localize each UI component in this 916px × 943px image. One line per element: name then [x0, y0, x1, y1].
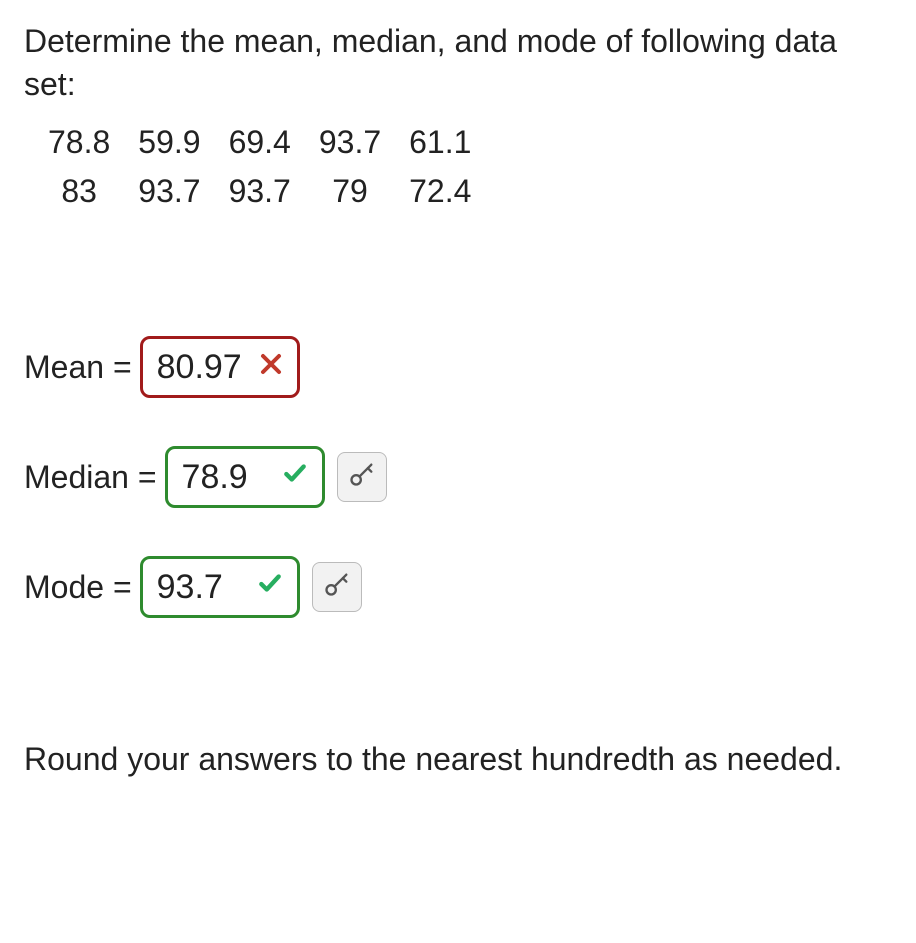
- median-input[interactable]: 78.9: [165, 446, 325, 508]
- correct-icon: [282, 460, 308, 494]
- question-text: Determine the mean, median, and mode of …: [24, 20, 892, 106]
- show-answer-button[interactable]: [337, 452, 387, 502]
- mode-input[interactable]: 93.7: [140, 556, 300, 618]
- mode-row: Mode = 93.7: [24, 556, 892, 618]
- data-set-table: 78.8 59.9 69.4 93.7 61.1 83 93.7 93.7 79…: [34, 118, 485, 216]
- mean-row: Mean = 80.97: [24, 336, 892, 398]
- data-row: 78.8 59.9 69.4 93.7 61.1: [34, 118, 485, 167]
- show-answer-button[interactable]: [312, 562, 362, 612]
- correct-icon: [257, 570, 283, 604]
- mean-value: 80.97: [157, 348, 249, 387]
- key-icon: [348, 459, 376, 496]
- mean-input[interactable]: 80.97: [140, 336, 300, 398]
- data-cell: 93.7: [215, 167, 305, 216]
- data-cell: 78.8: [34, 118, 124, 167]
- median-label: Median =: [24, 459, 157, 496]
- data-cell: 72.4: [395, 167, 485, 216]
- footer-note: Round your answers to the nearest hundre…: [24, 738, 892, 781]
- incorrect-icon: [259, 350, 283, 384]
- data-cell: 61.1: [395, 118, 485, 167]
- data-cell: 93.7: [124, 167, 214, 216]
- key-icon: [323, 569, 351, 606]
- median-value: 78.9: [182, 458, 272, 497]
- median-row: Median = 78.9: [24, 446, 892, 508]
- data-cell: 83: [34, 167, 124, 216]
- mode-label: Mode =: [24, 569, 132, 606]
- data-row: 83 93.7 93.7 79 72.4: [34, 167, 485, 216]
- mean-label: Mean =: [24, 349, 132, 386]
- data-cell: 69.4: [215, 118, 305, 167]
- data-cell: 93.7: [305, 118, 395, 167]
- data-cell: 79: [305, 167, 395, 216]
- data-cell: 59.9: [124, 118, 214, 167]
- mode-value: 93.7: [157, 568, 247, 607]
